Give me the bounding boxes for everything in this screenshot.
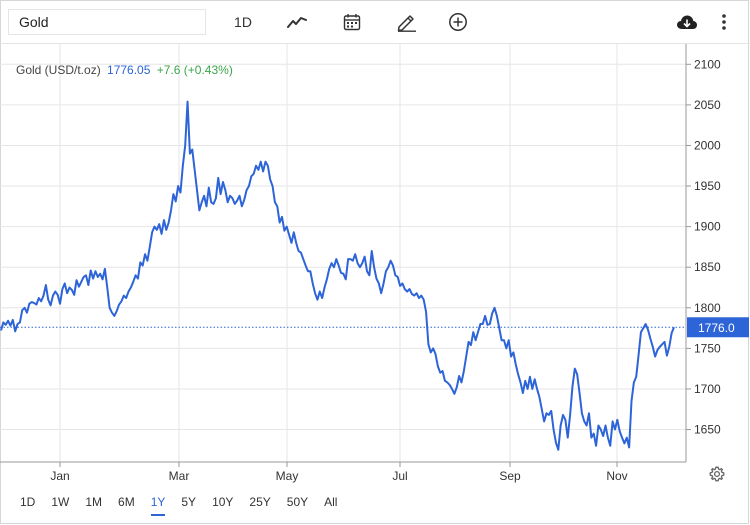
last-price-badge: 1776.0 <box>687 317 749 338</box>
y-tick-label: 1650 <box>694 423 721 437</box>
settings-gear-icon[interactable] <box>709 466 725 482</box>
legend-change: +7.6 (+0.43%) <box>156 63 233 77</box>
y-tick-label: 2050 <box>694 98 721 112</box>
more-options-button[interactable] <box>714 9 734 35</box>
axes <box>0 44 687 463</box>
range-button-1d[interactable]: 1D <box>12 492 43 512</box>
y-tick-label: 1950 <box>694 179 721 193</box>
range-button-1m[interactable]: 1M <box>77 492 110 512</box>
range-button-1y[interactable]: 1Y <box>143 492 174 516</box>
date-range-button[interactable] <box>340 9 364 35</box>
range-button-50y[interactable]: 50Y <box>279 492 316 512</box>
y-tick-label: 2100 <box>694 57 721 71</box>
draw-tool-button[interactable] <box>394 9 420 35</box>
range-selector: 1D 1W 1M 6M 1Y 5Y 10Y 25Y 50Y All <box>12 492 345 516</box>
download-button[interactable] <box>674 9 700 35</box>
line-chart-icon <box>287 17 307 28</box>
x-tick-label: May <box>276 469 299 483</box>
calendar-icon <box>343 14 361 31</box>
grid-lines <box>0 44 686 462</box>
x-tick-label: Sep <box>499 469 521 483</box>
price-chart[interactable]: 2100 2050 2000 1950 1900 1850 1800 1750 1700 1650… <box>0 44 750 490</box>
price-series-line[interactable] <box>0 100 675 451</box>
add-indicator-button[interactable] <box>447 9 469 35</box>
interval-label: 1D <box>234 14 252 30</box>
range-button-10y[interactable]: 10Y <box>204 492 241 512</box>
x-tick-label: Jan <box>50 469 69 483</box>
range-button-5y[interactable]: 5Y <box>173 492 204 512</box>
y-tick-label: 1750 <box>694 341 721 355</box>
instrument-name: Gold (USD/t.oz) <box>16 63 101 77</box>
range-button-6m[interactable]: 6M <box>110 492 143 512</box>
range-button-25y[interactable]: 25Y <box>241 492 278 512</box>
x-tick-label: Jul <box>392 469 407 483</box>
range-button-all[interactable]: All <box>316 492 345 512</box>
chart-legend: Gold (USD/t.oz) 1776.05 +7.6 (+0.43%) <box>16 63 233 77</box>
x-axis-ticks: Jan Mar May Jul Sep Nov <box>50 462 628 483</box>
x-tick-label: Nov <box>606 469 627 483</box>
x-tick-label: Mar <box>169 469 190 483</box>
symbol-search-input[interactable] <box>8 9 206 35</box>
y-tick-label: 2000 <box>694 138 721 152</box>
y-axis-ticks: 2100 2050 2000 1950 1900 1850 1800 1750 1700 1650 <box>686 57 721 437</box>
y-tick-label: 1700 <box>694 382 721 396</box>
legend-price: 1776.05 <box>107 63 151 77</box>
draw-pencil-icon <box>397 15 416 32</box>
last-price-label: 1776.0 <box>698 321 735 335</box>
y-tick-label: 1900 <box>694 220 721 234</box>
chart-toolbar: 1D <box>0 0 750 44</box>
y-tick-label: 1800 <box>694 301 721 315</box>
range-button-1w[interactable]: 1W <box>43 492 77 512</box>
more-vertical-icon <box>722 14 726 30</box>
interval-button[interactable]: 1D <box>228 9 258 35</box>
y-tick-label: 1850 <box>694 260 721 274</box>
chart-type-button[interactable] <box>284 9 310 35</box>
cloud-download-icon <box>677 15 697 29</box>
add-circle-icon <box>449 13 467 31</box>
